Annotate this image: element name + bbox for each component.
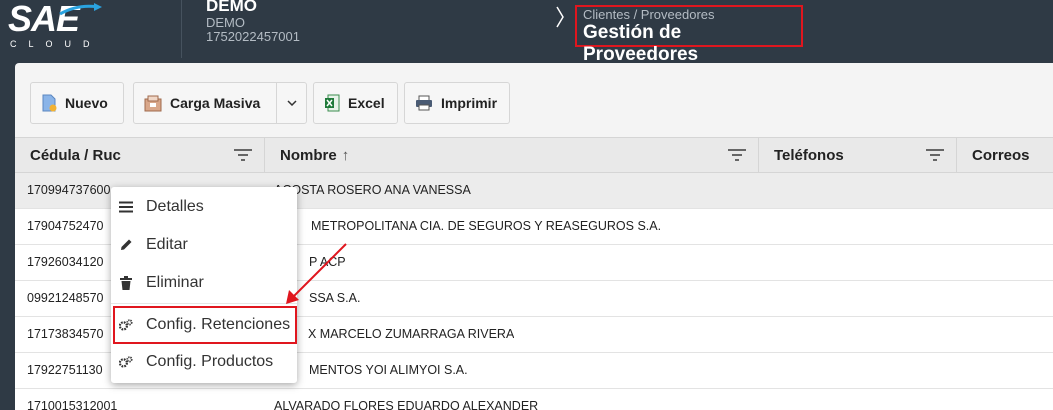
grid-header: Cédula / Ruc Nombre ↑ Teléfonos Correos	[15, 137, 1053, 173]
cell-id: 17926034120	[27, 255, 104, 269]
column-header-id[interactable]: Cédula / Ruc	[15, 138, 265, 172]
app-logo[interactable]: SAE CLOUD	[8, 0, 104, 52]
cell-id: 17173834570	[27, 327, 104, 341]
cell-name: P ACP	[309, 255, 346, 269]
menu-item-label: Editar	[146, 236, 188, 253]
column-header-emails[interactable]: Correos	[957, 138, 1053, 172]
excel-icon	[325, 94, 340, 112]
menu-item-config-products[interactable]: Config. Productos	[111, 344, 297, 380]
context-menu: Detalles Editar Eliminar Config. Retenci…	[111, 187, 297, 383]
chevron-right-icon	[556, 6, 564, 28]
cell-name: MENTOS YOI ALIMYOI S.A.	[309, 363, 468, 377]
excel-button[interactable]: Excel	[313, 82, 398, 124]
company-ruc: 1752022457001	[206, 29, 300, 44]
excel-label: Excel	[348, 95, 385, 111]
top-bar: SAE CLOUD DEMO DEMO 1752022457001 Client…	[0, 0, 1053, 65]
cell-name: ACOSTA ROSERO ANA VANESSA	[274, 183, 471, 197]
column-header-phones[interactable]: Teléfonos	[759, 138, 957, 172]
bulk-upload-icon	[144, 95, 162, 112]
new-button-label: Nuevo	[65, 95, 108, 111]
cell-id: 170994737600	[27, 183, 111, 197]
cell-id: 17922751130	[27, 363, 103, 377]
menu-item-label: Config. Productos	[146, 353, 274, 370]
company-name: DEMO	[206, 0, 257, 15]
print-button[interactable]: Imprimir	[404, 82, 510, 124]
divider	[181, 0, 182, 58]
logo-subtext: CLOUD	[10, 39, 102, 49]
printer-icon	[416, 95, 432, 111]
menu-item-label: Eliminar	[146, 274, 204, 291]
toolbar: Nuevo Carga Masiva Excel Imprimir	[15, 63, 1053, 137]
highlight-box	[113, 306, 297, 344]
sort-asc-icon[interactable]: ↑	[342, 147, 350, 164]
column-header-label: Nombre	[280, 146, 337, 164]
bulk-upload-label: Carga Masiva	[170, 95, 261, 111]
new-button[interactable]: Nuevo	[30, 82, 124, 124]
list-icon	[119, 201, 133, 213]
filter-icon[interactable]	[233, 148, 253, 162]
column-header-label: Correos	[972, 146, 1030, 164]
cell-id: 17904752470	[27, 219, 104, 233]
cell-name: ALVARADO FLORES EDUARDO ALEXANDER	[274, 399, 539, 410]
menu-item-delete[interactable]: Eliminar	[111, 265, 297, 301]
menu-item-label: Detalles	[146, 198, 204, 215]
pencil-icon	[119, 238, 133, 252]
cell-name: X MARCELO ZUMARRAGA RIVERA	[308, 327, 515, 341]
menu-divider	[111, 303, 297, 304]
cell-id: 09921248570	[27, 291, 104, 305]
bulk-upload-dropdown[interactable]	[276, 82, 307, 124]
company-subname: DEMO	[206, 15, 245, 30]
cell-name: SSA S.A.	[309, 291, 361, 305]
cell-name: METROPOLITANA CIA. DE SEGUROS Y REASEGUR…	[311, 219, 662, 233]
print-label: Imprimir	[441, 95, 498, 111]
logo-swoosh-icon	[59, 3, 102, 16]
menu-item-edit[interactable]: Editar	[111, 227, 297, 263]
filter-icon[interactable]	[727, 148, 747, 162]
bulk-upload-button[interactable]: Carga Masiva	[133, 82, 277, 124]
filter-icon[interactable]	[925, 148, 945, 162]
gears-icon	[119, 355, 133, 369]
column-header-label: Teléfonos	[774, 146, 844, 164]
new-document-icon	[42, 94, 57, 112]
page-title: Gestión de Proveedores	[583, 22, 699, 65]
chevron-down-icon	[286, 100, 297, 106]
page-heading: Clientes / Proveedores Gestión de Provee…	[575, 5, 803, 65]
menu-item-details[interactable]: Detalles	[111, 189, 297, 225]
table-row[interactable]: 1710015312001 ALVARADO FLORES EDUARDO AL…	[15, 389, 1053, 410]
breadcrumb[interactable]: Clientes / Proveedores	[583, 8, 801, 22]
trash-icon	[119, 276, 133, 290]
company-info: DEMO DEMO 1752022457001	[206, 0, 300, 44]
column-header-label: Cédula / Ruc	[30, 146, 121, 164]
column-header-name[interactable]: Nombre ↑	[265, 138, 759, 172]
cell-id: 1710015312001	[27, 399, 118, 410]
